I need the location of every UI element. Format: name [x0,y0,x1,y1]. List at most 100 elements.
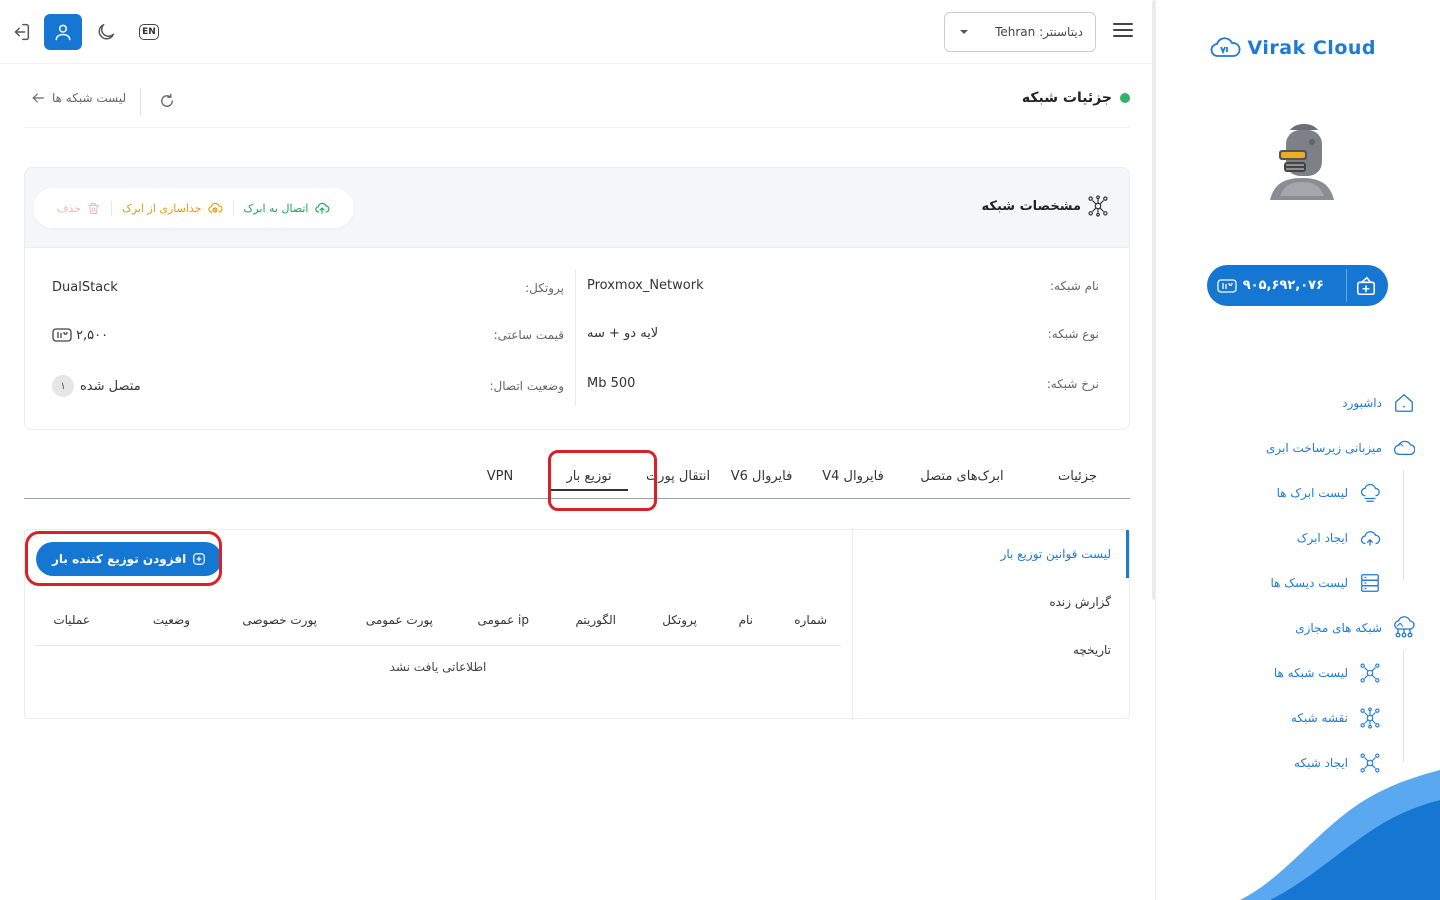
detach-from-instance-button[interactable]: جداسازی از ابرک [112,200,234,216]
network-icon [1358,661,1382,685]
header-divider [140,88,141,116]
spec-network-name: نام شبکه: Proxmox_Network [587,278,1099,293]
moon-icon [98,23,115,40]
tab-connected-instances[interactable]: ابرک‌های متصل [899,453,1025,499]
language-switch[interactable]: EN [130,14,168,50]
menu-history[interactable]: تاریخچه [853,626,1129,674]
cloud-add-icon [1358,526,1382,550]
tab-load-balancer[interactable]: توزیع بار [538,453,640,499]
specs-title-text: مشخصات شبکه [981,198,1081,214]
refresh-button[interactable] [158,92,176,114]
user-profile-button[interactable] [44,14,82,50]
empty-state-message: اطلاعاتی یافت نشد [389,660,487,674]
network-icon [1088,195,1108,217]
tab-details[interactable]: جزئیات [1025,453,1130,499]
sidebar-item-instance-list[interactable]: لیست ابرک ها [1156,470,1440,515]
wallet-plus-icon [1356,276,1375,295]
column-header: نام [738,613,753,627]
detach-label: جداسازی از ابرک [121,201,202,215]
sidebar-nav: داشبورد میزبانی زیرساخت ابری ^ لیست ابرک… [1156,380,1440,785]
network-specs-card: مشخصات شبکه اتصال به ابرک جداسازی از ابر… [24,167,1130,430]
column-header: الگوریتم [575,613,616,627]
connection-status-value: متصل شده [80,378,141,394]
sidebar-item-label: شبکه های مجازی [1295,620,1382,635]
sidebar-item-create-instance[interactable]: ایجاد ابرک [1156,515,1440,560]
datacenter-select[interactable]: دیتاسنتر: Tehran [944,12,1096,52]
spec-network-type: نوع شبکه: لایه دو + سه [587,326,1099,341]
page-title-text: جزئیات شبکه [1021,90,1112,106]
back-to-network-list-link[interactable]: لیست شبکه ها [30,90,126,106]
decorative-wave [1240,770,1440,900]
specs-column-divider [575,270,576,406]
cloud-unlink-icon [207,202,222,213]
chevron-up-icon: ^ [1395,440,1406,455]
submenu-guide-line [1403,650,1404,762]
network-map-icon [1358,706,1382,730]
back-label: لیست شبکه ها [52,91,127,105]
home-icon [1392,391,1416,415]
network-name-label: نام شبکه: [1049,278,1099,293]
tab-label: ابرک‌های متصل [920,468,1004,484]
top-bar: EN دیتاسنتر: Tehran [0,0,1152,64]
column-header: ip عمومی [477,613,530,627]
logo-text: Virak Cloud [1247,37,1376,59]
column-header: شماره [794,613,827,627]
spec-network-rate: نرخ شبکه: 500 Mb [587,376,1099,391]
wallet-charge-button[interactable] [1346,269,1384,302]
menu-lb-rules-list[interactable]: لیست قوانین توزیع بار [853,530,1129,578]
network-rate-label: نرخ شبکه: [1046,376,1099,391]
tab-vpn[interactable]: VPN [462,453,538,499]
sidebar-item-label: نقشه شبکه [1290,710,1348,725]
cloud-upload-icon [314,202,329,214]
delete-network-button[interactable]: حذف [47,200,112,216]
datacenter-label: دیتاسنتر: [1039,25,1083,39]
logout-button[interactable] [2,14,40,50]
dark-mode-toggle[interactable] [87,14,125,50]
column-header: پروتکل [662,613,697,627]
tab-label: انتقال پورت [645,468,711,484]
delete-label: حذف [57,201,81,215]
tab-label: VPN [486,468,514,484]
connect-to-instance-button[interactable]: اتصال به ابرک [234,200,340,216]
table-header: شماره نام پروتکل الگوریتم ip عمومی پورت … [35,596,841,646]
connect-label: اتصال به ابرک [243,201,309,215]
menu-label: تاریخچه [1072,643,1111,657]
add-load-balancer-button[interactable]: افزودن توزیع کننده بار [36,542,223,576]
caret-down-icon [960,30,968,34]
column-header: وضعیت [152,613,190,627]
status-dot [1120,93,1130,103]
menu-live-report[interactable]: گزارش زنده [853,578,1129,626]
hourly-price-label: قیمت ساعتی: [493,328,564,342]
tab-label: جزئیات [1058,468,1097,484]
sidebar-item-network-map[interactable]: نقشه شبکه [1156,695,1440,740]
spec-connection-status: وضعیت اتصال: متصل شده ۱ [52,375,564,397]
robot-avatar-icon [1270,124,1334,200]
tab-port-forwarding[interactable]: انتقال پورت [640,453,716,499]
column-header: عملیات [53,613,90,627]
sidebar-item-virtual-networks[interactable]: شبکه های مجازی ^ [1156,605,1440,650]
specs-card-header: مشخصات شبکه اتصال به ابرک جداسازی از ابر… [25,168,1129,248]
column-header: پورت عمومی [365,613,433,627]
sidebar-item-dashboard[interactable]: داشبورد [1156,380,1440,425]
sidebar-item-network-list[interactable]: لیست شبکه ها [1156,650,1440,695]
network-type-value: لایه دو + سه [587,326,659,341]
network-type-label: نوع شبکه: [1047,326,1099,341]
tab-firewall-v4[interactable]: فایروال V4 [807,453,899,499]
network-tabs: جزئیات ابرک‌های متصل فایروال V4 فایروال … [24,453,1130,499]
menu-toggle-button[interactable] [1113,23,1133,41]
load-balancer-table: شماره نام پروتکل الگوریتم ip عمومی پورت … [35,596,841,674]
server-icon [1358,571,1382,595]
cloud-logo-icon [1210,37,1240,57]
sidebar-item-cloud-hosting[interactable]: میزبانی زیرساخت ابری ^ [1156,425,1440,470]
user-icon [55,24,71,41]
tab-label: فایروال V6 [730,468,793,484]
hourly-price-value: ۲,۵۰۰ [76,327,109,343]
connection-count-badge[interactable]: ۱ [52,375,74,397]
wallet-balance: ۹۰۵,۶۹۲,۰۷۶ [1207,265,1388,306]
tab-firewall-v6[interactable]: فایروال V6 [716,453,807,499]
logout-icon [14,23,30,41]
sidebar-item-disk-list[interactable]: لیست دیسک ها [1156,560,1440,605]
menu-label: لیست قوانین توزیع بار [1000,547,1111,561]
sidebar: Virak Cloud ۹۰۵,۶۹۲,۰۷۶ داشبورد میزبانی … [1155,0,1440,900]
load-balancer-menu: لیست قوانین توزیع بار گزارش زنده تاریخچه [852,530,1129,718]
